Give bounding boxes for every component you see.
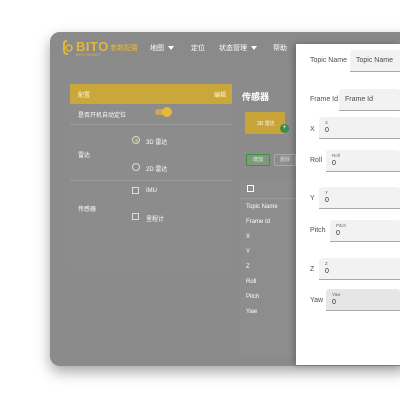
checkbox-odometer-label: 里程计 <box>146 217 165 223</box>
radio-3d-lidar[interactable] <box>132 136 140 144</box>
field-label-frame-id: Frame Id <box>310 96 339 103</box>
config-card-header: 配置 编辑 <box>70 84 232 104</box>
list-item: X <box>246 234 251 240</box>
nav-item-map[interactable]: 地图 <box>150 43 174 53</box>
field-label-topic-name: Topic Name <box>310 57 347 64</box>
list-item: Pitch <box>246 294 260 300</box>
roll-input[interactable]: Roll 0 <box>326 150 400 172</box>
pitch-input[interactable]: Pitch 0 <box>330 220 400 242</box>
z-input-label: Z <box>325 261 328 266</box>
chevron-down-icon <box>168 46 174 51</box>
y-input-label: Y <box>325 190 329 195</box>
radio-2d-lidar[interactable] <box>132 163 140 171</box>
list-item: Topic Name <box>246 204 278 210</box>
nav-item-params[interactable]: 参数配置 <box>110 43 138 53</box>
toggle-knob[interactable] <box>162 107 172 117</box>
config-card-title: 配置 <box>78 93 91 99</box>
config-card: 配置 编辑 是否开机自动定位 雷达 3D 雷达 2D 雷达 传感器 IMU 里程… <box>70 84 232 270</box>
field-label-x: X <box>310 126 315 133</box>
divider <box>70 180 232 181</box>
pitch-input-label: Pitch <box>336 223 347 228</box>
select-all-checkbox[interactable] <box>247 185 254 192</box>
field-label-pitch: Pitch <box>310 227 326 234</box>
z-input-value: 0 <box>325 268 329 275</box>
list-item: Roll <box>246 279 257 285</box>
field-label-roll: Roll <box>310 157 323 164</box>
sensor-label: 传感器 <box>78 207 97 213</box>
chevron-down-icon <box>251 46 257 51</box>
nav-item-locate[interactable]: 定位 <box>191 43 205 53</box>
sensors-section-title: 传感器 <box>242 92 270 102</box>
pitch-input-value: 0 <box>336 230 340 237</box>
topic-name-input[interactable]: Topic Name <box>350 50 400 72</box>
field-label-y: Y <box>310 195 315 202</box>
field-label-yaw: Yaw <box>310 297 324 304</box>
list-item: Yaw <box>246 309 258 315</box>
yaw-input-value: 0 <box>332 299 336 306</box>
sensor-edit-panel: Topic Name Topic Name Frame Id Frame Id … <box>296 44 400 365</box>
y-input-value: 0 <box>325 197 329 204</box>
bito-logo: BITO BITO ROBOT <box>60 38 112 58</box>
nav-item-status[interactable]: 状态管理 <box>219 43 257 53</box>
add-button[interactable]: 增加 <box>246 154 270 166</box>
y-input[interactable]: Y 0 <box>319 187 400 209</box>
logo-mark-icon <box>63 40 73 55</box>
frame-id-placeholder: Frame Id <box>345 96 374 103</box>
add-badge-icon[interactable]: + <box>280 124 289 133</box>
delete-button[interactable]: 删除 <box>274 154 296 166</box>
radio-2d-lidar-label: 2D 雷达 <box>146 167 168 173</box>
topic-name-placeholder: Topic Name <box>356 57 393 64</box>
roll-input-value: 0 <box>332 160 336 167</box>
x-input-label: X <box>325 120 329 125</box>
list-item: Z <box>246 264 250 270</box>
radio-3d-lidar-label: 3D 雷达 <box>146 140 168 146</box>
checkbox-imu[interactable] <box>132 187 139 194</box>
yaw-input-label: Yaw <box>332 292 341 297</box>
z-input[interactable]: Z 0 <box>319 258 400 280</box>
logo-subtitle: BITO ROBOT <box>76 52 101 57</box>
nav-item-help[interactable]: 帮助 <box>273 43 287 53</box>
yaw-input[interactable]: Yaw 0 <box>326 289 400 311</box>
lidar-label: 雷达 <box>78 153 91 159</box>
roll-input-label: Roll <box>332 153 340 158</box>
sensor-tile-label: 3D 雷达 <box>257 121 275 127</box>
checkbox-odometer[interactable] <box>132 213 139 220</box>
list-item: Y <box>246 249 251 255</box>
auto-locate-label: 是否开机自动定位 <box>78 113 127 119</box>
checkbox-imu-label: IMU <box>146 188 157 194</box>
list-item: Frame Id <box>246 219 271 225</box>
edit-button[interactable]: 编辑 <box>214 90 226 99</box>
frame-id-input[interactable]: Frame Id <box>339 89 400 111</box>
x-input[interactable]: X 0 <box>319 117 400 139</box>
field-label-z: Z <box>310 266 315 273</box>
divider <box>70 124 232 125</box>
x-input-value: 0 <box>325 127 329 134</box>
